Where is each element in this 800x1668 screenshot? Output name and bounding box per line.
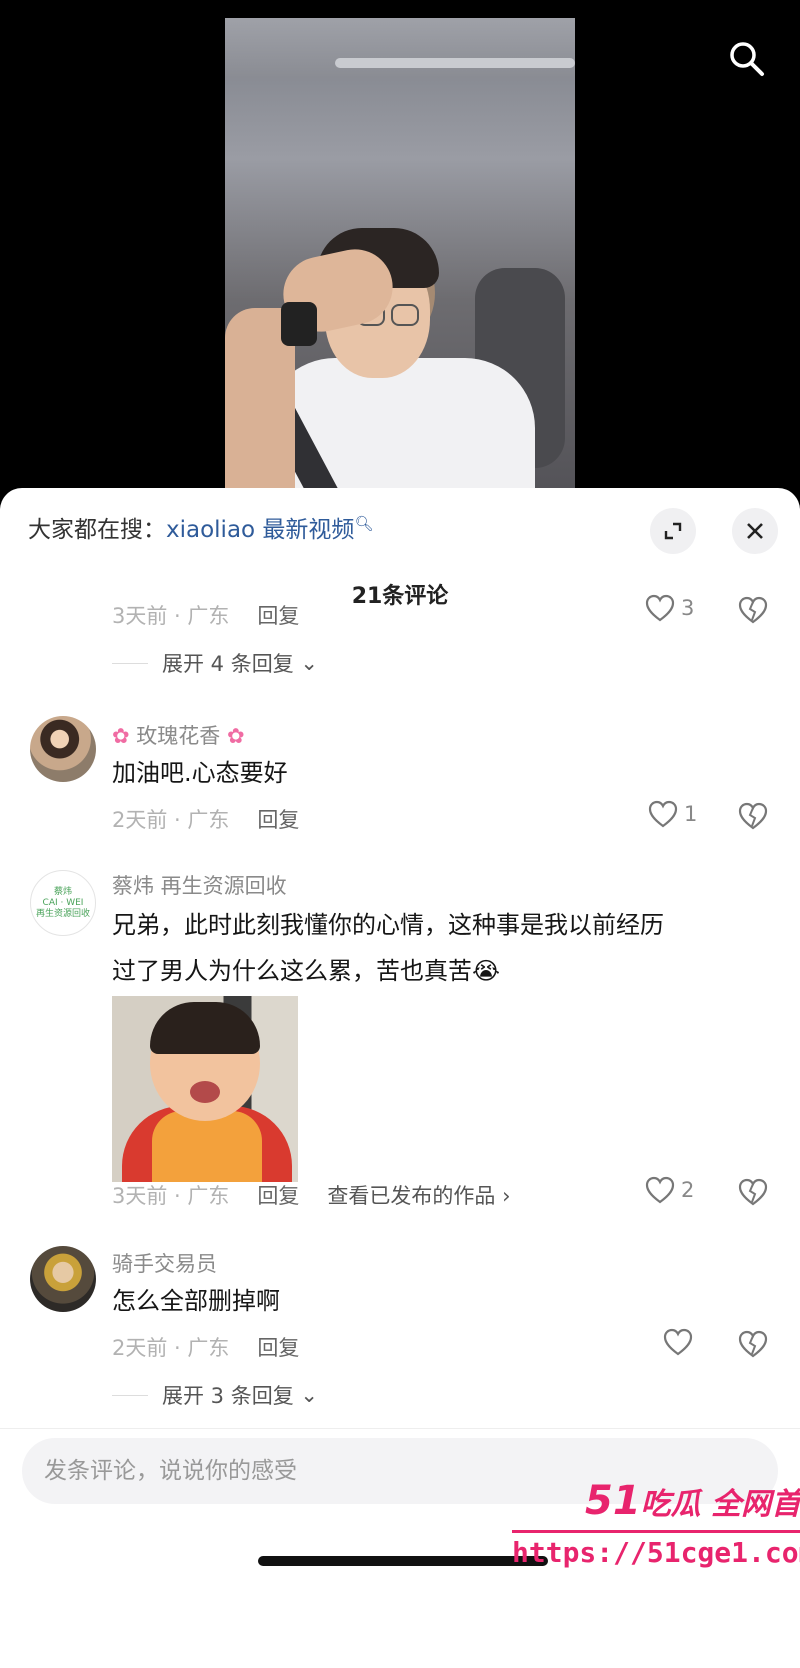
hot-search-keyword[interactable]: xiaoliao 最新视频 [166, 517, 354, 543]
expand-replies[interactable]: 展开 4 条回复 ⌄ [112, 648, 318, 678]
car-roof [225, 18, 575, 78]
watermark-brand: 51吃瓜 全网首发 [585, 1478, 800, 1524]
watermark-brand-number: 51 [585, 1478, 641, 1524]
avatar-text: 蔡炜 [53, 886, 72, 897]
comment-time-location: 3天前 · 广东 [112, 604, 230, 628]
reply-button[interactable]: 回复 [257, 808, 299, 832]
expand-icon [664, 522, 682, 540]
reply-button[interactable]: 回复 [257, 1184, 299, 1208]
video-frame[interactable] [225, 18, 575, 488]
sticker-mouth [190, 1081, 220, 1103]
heart-icon [645, 594, 675, 622]
like-button[interactable]: 2 [645, 1176, 694, 1204]
comment-time-location: 2天前 · 广东 [112, 1336, 230, 1360]
broken-heart-icon[interactable] [738, 802, 768, 830]
comment-text: 加油吧.心态要好 [112, 759, 288, 787]
like-count: 1 [684, 802, 698, 826]
like-button[interactable] [663, 1328, 699, 1356]
watermark-underline [512, 1530, 800, 1533]
chevron-down-icon: ⌄ [300, 651, 319, 675]
comment-time-location: 2天前 · 广东 [112, 808, 230, 832]
username-text: 玫瑰花香 [136, 724, 221, 748]
divider-dash [112, 662, 148, 664]
comment-text: 怎么全部删掉啊 [112, 1287, 280, 1315]
comment-text-line: 过了男人为什么这么累，苦也真苦😭 [112, 957, 501, 985]
comment-username[interactable]: 骑手交易员 [112, 1248, 217, 1278]
broken-heart-icon[interactable] [738, 1330, 768, 1358]
like-button[interactable]: 3 [645, 594, 694, 622]
reply-button[interactable]: 回复 [257, 1336, 299, 1360]
watermark-brand-text: 吃瓜 全网首发 [640, 1487, 800, 1522]
avatar[interactable] [30, 716, 96, 782]
flower-icon: ✿ [112, 724, 130, 748]
heart-icon [648, 800, 678, 828]
sticker-vest [152, 1111, 262, 1182]
avatar[interactable] [30, 1246, 96, 1312]
comment-text-line: 兄弟，此时此刻我懂你的心情，这种事是我以前经历 [112, 911, 664, 939]
close-button[interactable] [732, 508, 778, 554]
avatar[interactable]: 蔡炜 CAI · WEI 再生资源回收 [30, 870, 96, 936]
comment-meta: 2天前 · 广东 回复 [112, 804, 299, 834]
watermark-url: https://51cge1.com [512, 1536, 800, 1569]
comment-meta: 3天前 · 广东 回复 [112, 600, 299, 630]
search-small-icon: 🔍︎ [354, 514, 374, 533]
comment-meta: 2天前 · 广东 回复 [112, 1332, 299, 1362]
view-works-link[interactable]: 查看已发布的作品 › [327, 1184, 510, 1208]
home-indicator[interactable] [258, 1556, 548, 1566]
expand-replies[interactable]: 展开 3 条回复 ⌄ [112, 1380, 318, 1410]
expand-replies-label: 展开 4 条回复 [162, 652, 294, 676]
comment-text: 兄弟，此时此刻我懂你的心情，这种事是我以前经历 过了男人为什么这么累，苦也真苦😭 [112, 902, 752, 994]
comment-sticker-image[interactable] [112, 996, 298, 1182]
video-player[interactable] [0, 0, 800, 500]
comment-sheet: 大家都在搜：xiaoliao 最新视频🔍︎ 21条评论 3天前 · 广东 回复 3… [0, 488, 800, 1668]
close-icon [747, 523, 763, 539]
chevron-right-icon: › [502, 1184, 511, 1208]
comment-username[interactable]: 蔡炜 再生资源回收 [112, 870, 287, 900]
expand-button[interactable] [650, 508, 696, 554]
divider-dash [112, 1394, 148, 1396]
like-count: 2 [681, 1178, 695, 1202]
glasses-right [391, 304, 419, 326]
comment-time-location: 3天前 · 广东 [112, 1184, 230, 1208]
heart-icon [645, 1176, 675, 1204]
hot-search-prefix: 大家都在搜： [28, 517, 166, 543]
flower-icon: ✿ [226, 724, 245, 748]
input-divider [0, 1428, 800, 1429]
hot-search-bar[interactable]: 大家都在搜：xiaoliao 最新视频🔍︎ [28, 510, 373, 544]
avatar-text: CAI · WEI [42, 897, 84, 908]
broken-heart-icon[interactable] [738, 596, 768, 624]
comment-username[interactable]: ✿ 玫瑰花香 ✿ [112, 720, 245, 750]
avatar-text: 再生资源回收 [35, 908, 90, 919]
expand-replies-label: 展开 3 条回复 [162, 1384, 294, 1408]
heart-icon [663, 1328, 693, 1356]
broken-heart-icon[interactable] [738, 1178, 768, 1206]
smart-watch [281, 302, 317, 346]
like-count: 3 [681, 596, 695, 620]
search-icon[interactable] [726, 38, 766, 78]
chevron-down-icon: ⌄ [300, 1383, 319, 1407]
view-works-label: 查看已发布的作品 [327, 1184, 496, 1208]
reply-button[interactable]: 回复 [257, 604, 299, 628]
roof-light [335, 58, 575, 68]
like-button[interactable]: 1 [648, 800, 697, 828]
comment-meta: 3天前 · 广东 回复 查看已发布的作品 › [112, 1180, 510, 1210]
